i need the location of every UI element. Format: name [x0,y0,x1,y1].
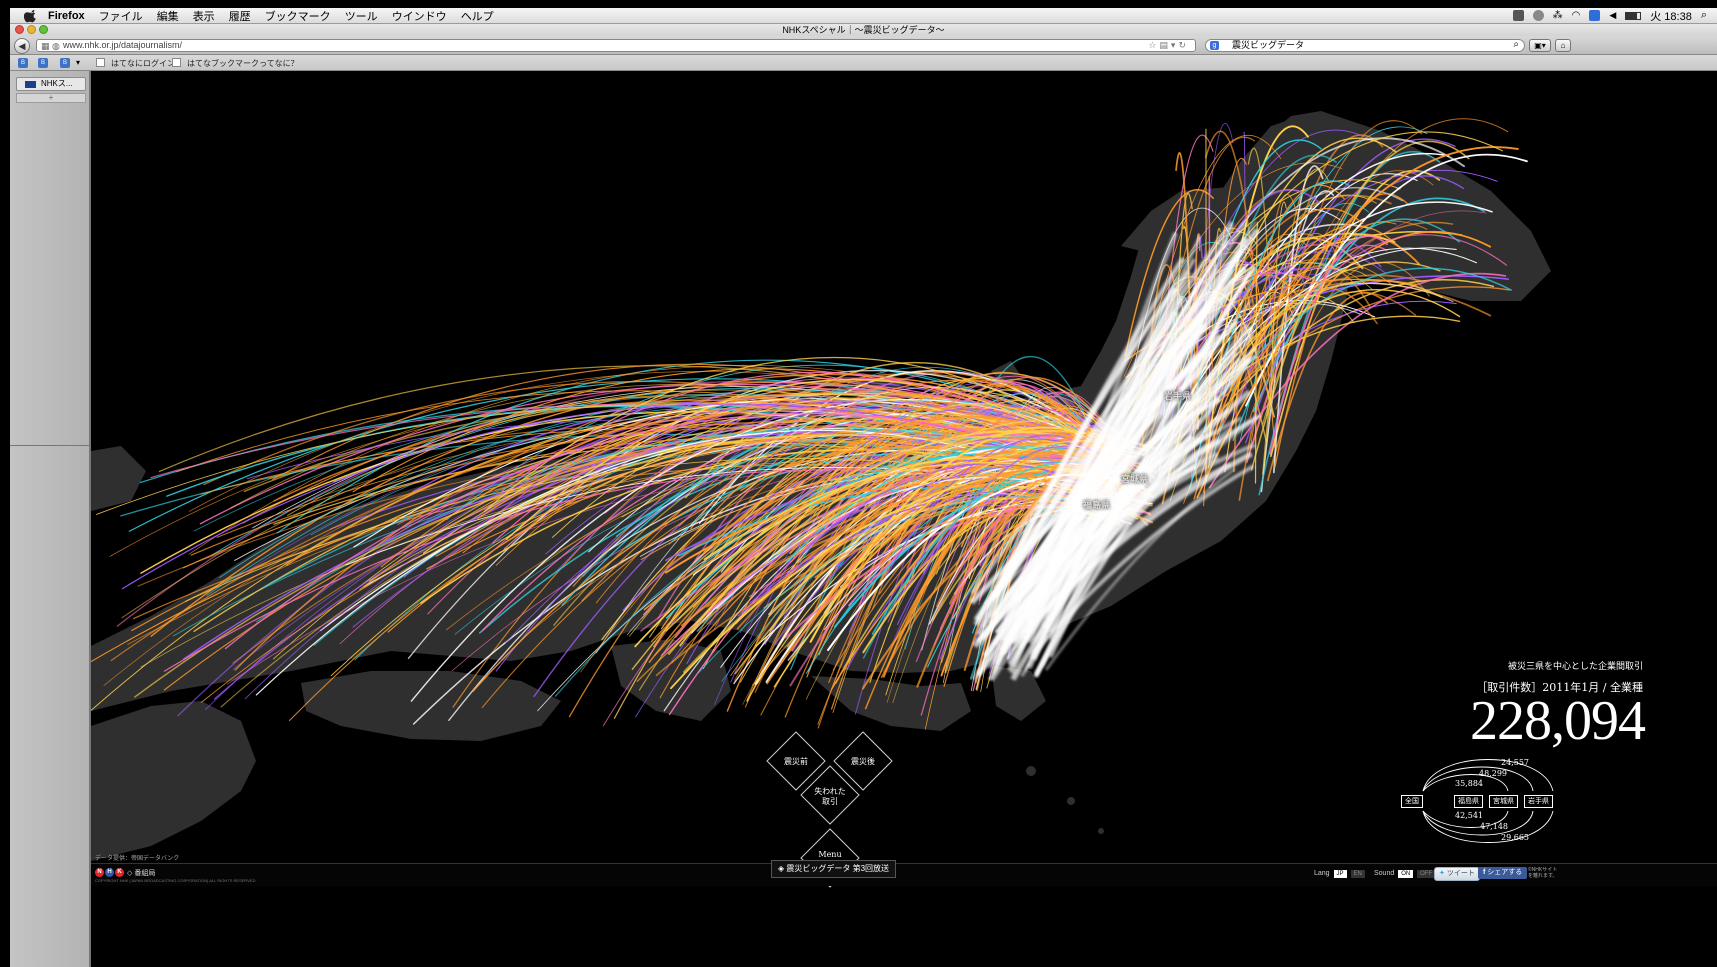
close-window-button[interactable] [15,25,24,34]
bookmark-hatena-about[interactable]: はてなブックマークってなに？ [172,58,299,69]
google-search-engine-icon[interactable]: g [1210,41,1219,50]
bookmark-icon-2[interactable]: B [38,58,48,68]
menu-label: Menu [818,850,842,859]
nhk-logo[interactable]: NHK [95,868,124,878]
wifi-icon[interactable]: ◠ [1572,10,1581,21]
flow-bottom-outer: 29,665 [1501,833,1529,842]
stats-title: 被災三県を中心とした企業間取引 [1507,662,1643,672]
menu-file[interactable]: ファイル [99,8,143,24]
label-iwate: 岩手県 [1164,391,1192,401]
search-icon[interactable]: ⌕ [1513,39,1519,50]
bookmark-icon-3[interactable]: B [60,58,70,68]
broadcast-banner[interactable]: ◈ 震災ビッグデータ 第3回放送 [771,860,897,878]
volume-icon[interactable]: ◀ [1609,10,1616,21]
sound-off-button[interactable]: OFF [1417,870,1436,878]
window-title: NHKスペシャル｜〜震災ビッグデータ〜 [782,25,945,35]
screenshot-button[interactable]: ▣▾ [1529,39,1551,52]
language-switch: Lang JP EN [1314,870,1365,878]
status-app-icon[interactable] [1512,10,1524,21]
nhk-site-link[interactable]: ©NHKサイト を離れます。 [1528,867,1558,879]
navigation-toolbar: ◀ ▦ ◍ www.nhk.or.jp/datajournalism/ ☆▤▾↻… [10,36,1717,55]
new-tab-button[interactable]: + [16,93,86,103]
mac-menu-bar: Firefox ファイル 編集 表示 履歴 ブックマーク ツール ウインドウ ヘ… [10,8,1717,24]
search-text: 震災ビッグデータ [1232,40,1305,50]
menu-edit[interactable]: 編集 [157,8,179,24]
copyright-text: COPYRIGHT NHK (JAPAN BROADCASTING CORPOR… [95,878,256,883]
back-button[interactable]: ◀ [14,38,30,54]
trade-flow-visualization[interactable]: 岩手県 宮城県 福島県 被災三県を中心とした企業間取引 ［取引件数］2011年1… [91,71,1717,967]
window-title-bar: NHKスペシャル｜〜震災ビッグデータ〜 [10,24,1717,36]
lang-en-button[interactable]: EN [1350,870,1365,878]
node-miyagi: 宮城県 [1489,795,1518,808]
twitter-bird-icon: ✦ [1439,870,1445,877]
flow-top-inner: 35,884 [1455,779,1483,788]
url-text: www.nhk.or.jp/datajournalism/ [63,40,183,50]
site-footer: NHK ◇ 番組局 COPYRIGHT NHK (JAPAN BROADCAST… [91,860,1717,886]
after-disaster-label: 震災後 [851,757,875,766]
nhk-favicon [25,81,36,88]
node-national: 全国 [1401,795,1423,808]
menu-window[interactable]: ウインドウ [392,8,447,24]
facebook-share-button[interactable]: f シェアする [1478,867,1528,879]
bookmarks-toolbar: B B B ▾ はてなにログイン はてなブックマークってなに？ [10,55,1717,71]
node-iwate: 岩手県 [1524,795,1553,808]
stats-total: 228,094 [1470,690,1646,752]
apple-icon[interactable] [24,9,38,23]
flow-bottom-middle: 47,148 [1480,822,1508,831]
input-method-icon[interactable] [1589,10,1601,21]
bluetooth-icon[interactable]: ⁂ [1553,10,1563,21]
data-credit: データ提供：帝国データバンク [95,856,180,862]
battery-icon[interactable] [1625,11,1642,20]
back-arrow-icon: ◀ [18,41,26,51]
tab-sidebar: NHKス... + [10,71,91,967]
bookmark-icon-1[interactable]: B [18,58,28,68]
spotlight-icon[interactable]: ⌕ [1701,9,1707,22]
menu-view[interactable]: 表示 [193,8,215,24]
node-fukushima: 福島県 [1454,795,1483,808]
bookmark-hatena-login[interactable]: はてなにログイン [96,58,175,69]
time-machine-icon[interactable] [1532,10,1544,21]
url-bar[interactable]: ▦ ◍ www.nhk.or.jp/datajournalism/ ☆▤▾↻ [36,39,1196,52]
menu-bookmarks[interactable]: ブックマーク [265,8,331,24]
lang-jp-button[interactable]: JP [1333,870,1347,878]
flow-bottom-inner: 42,541 [1455,811,1483,820]
tab-label: NHKス... [41,79,73,88]
sound-on-button[interactable]: ON [1398,870,1414,878]
flow-top-middle: 48,299 [1479,769,1507,778]
label-miyagi: 宮城県 [1121,474,1149,484]
app-name-menu[interactable]: Firefox [48,10,85,22]
label-fukushima: 福島県 [1083,500,1111,510]
tweet-button[interactable]: ✦ ツイート [1434,867,1480,881]
tab-nhk[interactable]: NHKス... [16,77,86,91]
site-identity-icon[interactable]: ▦ ◍ [41,41,60,52]
zoom-window-button[interactable] [39,25,48,34]
facebook-icon: f [1483,869,1486,876]
menu-help[interactable]: ヘルプ [461,8,494,24]
menu-tools[interactable]: ツール [345,8,378,24]
flow-top-outer: 24,557 [1501,758,1529,767]
sound-switch: Sound ON OFF [1374,870,1436,878]
menu-history[interactable]: 履歴 [229,8,251,24]
bookmark-dropdown-icon[interactable]: ▾ [76,58,80,67]
lost-trade-label: 失われた 取引 [814,787,846,806]
home-button[interactable]: ⌂ [1555,39,1571,52]
url-bar-buttons[interactable]: ☆▤▾↻ [1148,40,1189,51]
before-disaster-label: 震災前 [784,757,808,766]
menu-clock[interactable]: 火 18:38 [1650,8,1692,24]
search-box[interactable]: g 震災ビッグデータ ⌕ [1205,39,1525,52]
brand-text[interactable]: ◇ 番組局 [127,868,155,878]
minimize-window-button[interactable] [27,25,36,34]
sidebar-divider[interactable] [10,445,91,446]
